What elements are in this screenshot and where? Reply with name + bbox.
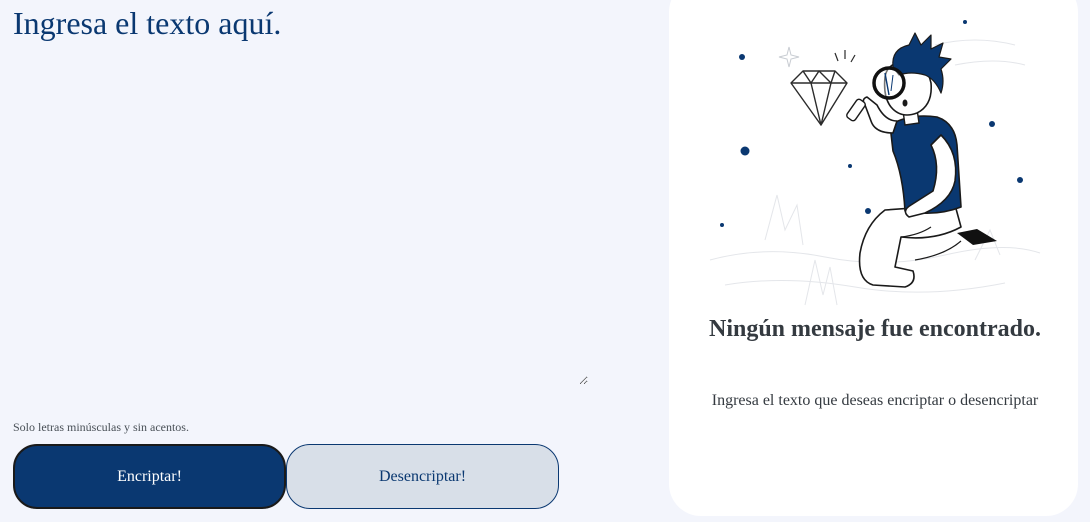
decrypt-button[interactable]: Desencriptar! [286, 444, 559, 509]
main-section: Solo letras minúsculas y sin acentos. En… [0, 0, 660, 522]
input-hint-text: Solo letras minúsculas y sin acentos. [13, 420, 189, 434]
no-message-subtitle: Ingresa el texto que deseas encriptar o … [690, 392, 1060, 410]
encrypt-button[interactable]: Encriptar! [13, 444, 286, 509]
no-message-title: Ningún mensaje fue encontrado. [690, 314, 1060, 344]
input-hint: Solo letras minúsculas y sin acentos. [13, 420, 189, 435]
no-message-title-text: Ningún mensaje fue encontrado. [708, 316, 1041, 342]
text-input[interactable] [13, 4, 588, 385]
person-with-magnifying-glass-illustration [709, 20, 1041, 306]
no-message-subtitle-text: Ingresa el texto que deseas encriptar o … [711, 392, 1039, 409]
